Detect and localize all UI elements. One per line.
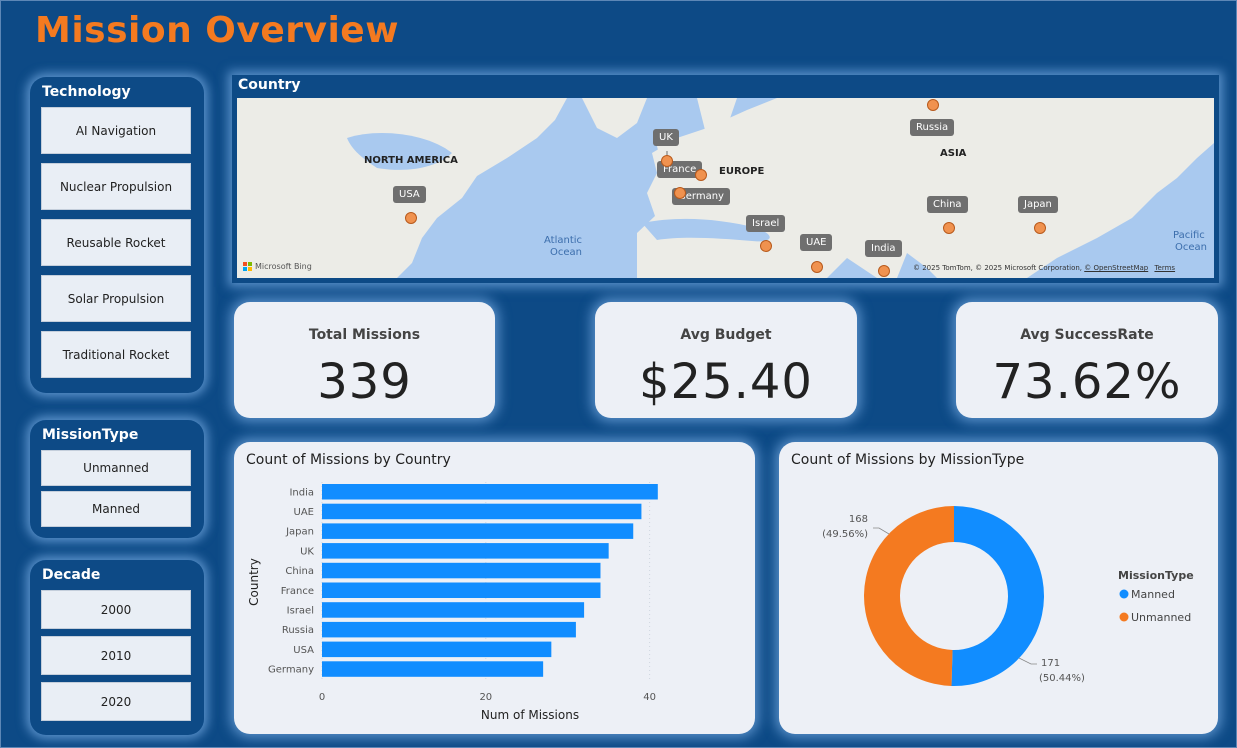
bar-category-label: USA	[293, 645, 314, 656]
microsoft-logo-icon	[243, 262, 252, 271]
technology-option-solar-propulsion[interactable]: Solar Propulsion	[41, 275, 191, 322]
kpi-total-missions-label: Total Missions	[308, 327, 421, 343]
kpi-total-missions-value: 339	[317, 354, 412, 410]
country-label-uae: UAE	[800, 234, 833, 251]
decade-slicer: Decade 2000 2010 2020	[30, 560, 204, 735]
bar-category-label: Germany	[268, 665, 314, 676]
bar-category-label: France	[281, 586, 314, 597]
ocean-label-atlantic-2: Ocean	[550, 247, 582, 258]
bar-category-label: China	[285, 566, 314, 577]
technology-option-traditional-rocket[interactable]: Traditional Rocket	[41, 331, 191, 378]
bar-russia[interactable]	[322, 621, 576, 638]
region-label-asia: ASIA	[940, 148, 967, 159]
bar-category-label: UAE	[294, 507, 314, 518]
technology-slicer: Technology AI Navigation Nuclear Propuls…	[30, 77, 204, 393]
technology-option-ai-navigation[interactable]: AI Navigation	[41, 107, 191, 154]
technology-slicer-header: Technology	[42, 84, 131, 100]
mission-type-option-unmanned[interactable]: Unmanned	[41, 450, 191, 486]
kpi-total-missions: Total Missions 339	[234, 302, 495, 418]
legend-label-unmanned[interactable]: Unmanned	[1131, 611, 1191, 624]
bar-category-label: Russia	[282, 625, 314, 636]
bar-france[interactable]	[322, 582, 601, 599]
country-label-japan: Japan	[1018, 196, 1058, 213]
kpi-avg-budget-value: $25.40	[639, 354, 813, 410]
bar-india[interactable]	[322, 484, 658, 500]
bar-china[interactable]	[322, 562, 601, 579]
decade-slicer-header: Decade	[42, 567, 101, 583]
technology-option-reusable-rocket[interactable]: Reusable Rocket	[41, 219, 191, 266]
bar-japan[interactable]	[322, 523, 634, 539]
decade-option-2020[interactable]: 2020	[41, 682, 191, 721]
legend-swatch-unmanned	[1119, 612, 1129, 622]
region-label-europe: EUROPE	[719, 166, 765, 177]
bar-israel[interactable]	[322, 602, 585, 618]
mission-type-option-manned[interactable]: Manned	[41, 491, 191, 527]
mission-type-slicer: MissionType Unmanned Manned	[30, 420, 204, 538]
kpi-avg-budget: Avg Budget $25.40	[595, 302, 857, 418]
attribution-text: © 2025 TomTom, © 2025 Microsoft Corporat…	[913, 264, 1083, 272]
bar-category-label: UK	[300, 546, 314, 557]
bar-usa[interactable]	[322, 641, 552, 658]
bar-x-axis-title: Num of Missions	[481, 708, 579, 722]
bar-chart-svg: India UAE Japan UK China France Israel Russia US…	[247, 482, 658, 722]
legend-label-manned[interactable]: Manned	[1131, 588, 1175, 601]
region-label-north-america: NORTH AMERICA	[364, 155, 458, 166]
bing-logo: Microsoft Bing	[243, 262, 312, 271]
kpi-avg-success-rate-value: 73.62%	[992, 354, 1182, 410]
terms-link[interactable]: Terms	[1154, 264, 1175, 272]
donut-data-label-unmanned-percent: (49.56%)	[822, 529, 868, 540]
country-map-visual: Country	[232, 75, 1219, 283]
technology-option-nuclear-propulsion[interactable]: Nuclear Propulsion	[41, 163, 191, 210]
country-label-usa: USA	[393, 186, 426, 203]
donut-chart-svg: 171 (50.44%) 168 (49.56%) MissionType Manned U…	[822, 506, 1194, 686]
donut-slice-unmanned[interactable]	[863, 506, 954, 686]
bar-category-label: Israel	[287, 605, 314, 616]
bar-y-axis-title: Country	[247, 558, 261, 606]
kpi-avg-success-rate: Avg SuccessRate 73.62%	[956, 302, 1218, 418]
bar-x-tick-label: 0	[319, 692, 325, 703]
donut-leader-unmanned	[873, 527, 890, 535]
decade-option-2010[interactable]: 2010	[41, 636, 191, 675]
bar-x-tick-label: 40	[643, 692, 656, 703]
osm-link[interactable]: © OpenStreetMap	[1084, 264, 1148, 272]
donut-leader-manned	[1018, 657, 1037, 665]
decade-option-2000[interactable]: 2000	[41, 590, 191, 629]
country-label-france: France	[657, 161, 703, 178]
donut-data-label-manned-count: 171	[1041, 658, 1060, 669]
bar-category-label: Japan	[285, 527, 314, 538]
bar-category-label: India	[289, 487, 314, 498]
ocean-label-pacific: Pacific	[1173, 230, 1205, 241]
country-label-russia: Russia	[910, 119, 955, 136]
ocean-label-pacific-2: Ocean	[1175, 242, 1207, 253]
country-label-israel: Israel	[746, 215, 786, 232]
donut-slice-manned[interactable]	[951, 506, 1044, 686]
country-label-germany: Germany	[672, 188, 730, 205]
bing-logo-text: Microsoft Bing	[255, 262, 312, 271]
bar-uae[interactable]	[322, 503, 642, 520]
donut-legend-title: MissionType	[1118, 569, 1194, 582]
ocean-label-atlantic: Atlantic	[544, 235, 583, 246]
bar-germany[interactable]	[322, 661, 544, 677]
map-header: Country	[238, 77, 301, 93]
kpi-avg-budget-label: Avg Budget	[680, 327, 772, 343]
map-attribution: © 2025 TomTom, © 2025 Microsoft Corporat…	[913, 264, 1175, 272]
mission-type-slicer-header: MissionType	[42, 427, 139, 443]
donut-chart-card: Count of Missions by MissionType 171 (50.…	[779, 442, 1218, 734]
bar-x-tick-label: 20	[479, 692, 492, 703]
country-label-uk: UK	[653, 129, 679, 146]
page-title: Mission Overview	[35, 10, 399, 51]
bar-chart-card: Count of Missions by Country India UAE Jap…	[234, 442, 755, 734]
legend-swatch-manned	[1119, 589, 1129, 599]
country-label-india: India	[865, 240, 902, 257]
country-label-china: China	[927, 196, 968, 213]
kpi-avg-success-rate-label: Avg SuccessRate	[1020, 327, 1154, 343]
donut-data-label-unmanned-count: 168	[849, 514, 868, 525]
bar-uk[interactable]	[322, 543, 609, 559]
donut-data-label-manned-percent: (50.44%)	[1039, 673, 1085, 684]
